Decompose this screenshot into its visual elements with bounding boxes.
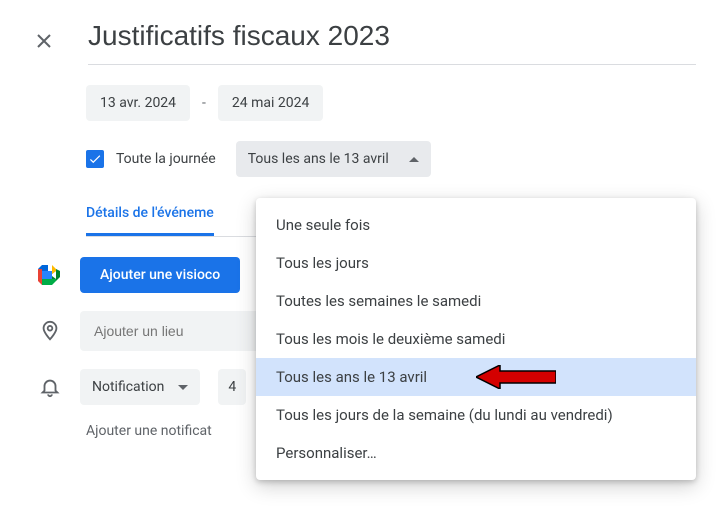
notification-value-select[interactable]: 4 [218, 369, 246, 405]
recurrence-option-daily[interactable]: Tous les jours [256, 244, 696, 282]
close-icon [32, 29, 56, 53]
caret-up-icon [409, 157, 419, 162]
add-video-conference-button[interactable]: Ajouter une visioco [80, 257, 240, 293]
recurrence-select[interactable]: Tous les ans le 13 avril [236, 141, 431, 177]
notification-type-label: Notification [92, 379, 164, 395]
pointer-arrow-icon [476, 365, 556, 389]
recurrence-option-weekdays[interactable]: Tous les jours de la semaine (du lundi a… [256, 396, 696, 434]
end-date-chip[interactable]: 24 mai 2024 [218, 85, 323, 121]
recurrence-option-once[interactable]: Une seule fois [256, 206, 696, 244]
check-icon [88, 152, 102, 166]
location-icon [38, 319, 62, 343]
recurrence-option-yearly[interactable]: Tous les ans le 13 avril [256, 358, 696, 396]
close-button[interactable] [24, 21, 64, 61]
recurrence-option-label: Tous les ans le 13 avril [276, 368, 427, 386]
all-day-checkbox[interactable] [86, 150, 104, 168]
date-separator: - [202, 95, 206, 111]
meet-icon [38, 263, 62, 287]
recurrence-selected-label: Tous les ans le 13 avril [248, 151, 389, 167]
start-date-chip[interactable]: 13 avr. 2024 [86, 85, 190, 121]
notification-icon [38, 375, 62, 399]
recurrence-option-custom[interactable]: Personnaliser… [256, 434, 696, 472]
recurrence-dropdown: Une seule fois Tous les jours Toutes les… [256, 198, 696, 480]
all-day-label: Toute la journée [116, 151, 216, 167]
recurrence-option-monthly[interactable]: Tous les mois le deuxième samedi [256, 320, 696, 358]
notification-type-select[interactable]: Notification [80, 369, 200, 405]
caret-down-icon [178, 385, 188, 390]
tab-event-details[interactable]: Détails de l'événeme [86, 205, 214, 236]
recurrence-option-weekly[interactable]: Toutes les semaines le samedi [256, 282, 696, 320]
notification-value: 4 [228, 379, 236, 395]
event-title-input[interactable] [88, 16, 696, 65]
